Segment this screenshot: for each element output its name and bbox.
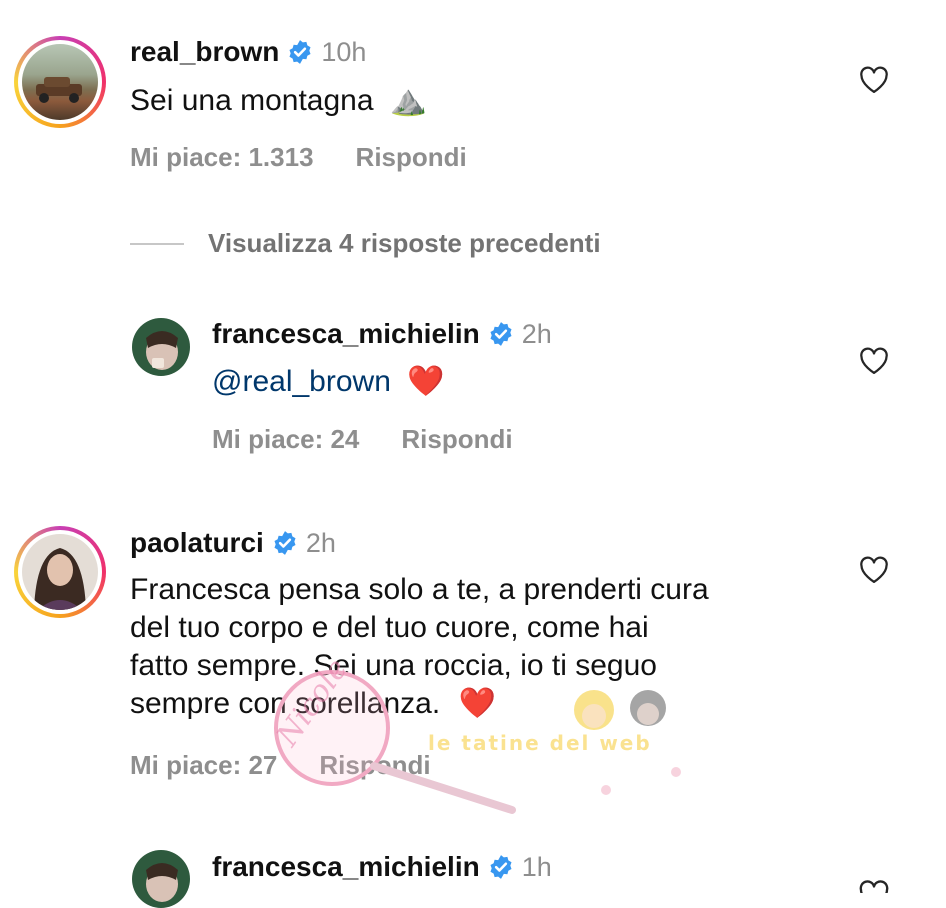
- comment-text: @real_brown ❤️: [212, 363, 445, 401]
- comment-time: 2h: [521, 318, 552, 349]
- heart-outline-icon[interactable]: [859, 347, 889, 375]
- comment-body: Sei una montagna: [130, 84, 374, 117]
- reply-button[interactable]: Rispondi: [319, 750, 430, 781]
- verified-badge-icon: [490, 322, 512, 346]
- likes-count[interactable]: Mi piace: 24: [212, 424, 359, 455]
- heart-emoji: ❤️: [458, 687, 496, 720]
- heart-outline-icon[interactable]: [859, 880, 889, 893]
- comment-time: 1h: [521, 851, 552, 882]
- comment-username[interactable]: real_brown 10h: [130, 36, 366, 68]
- verified-badge-icon: [490, 855, 512, 879]
- avatar-francesca-michielin[interactable]: [132, 850, 190, 908]
- heart-outline-icon[interactable]: [859, 556, 889, 584]
- avatar-story-ring[interactable]: [14, 36, 106, 128]
- avatar-francesca-michielin[interactable]: [132, 318, 190, 376]
- reply-button[interactable]: Rispondi: [401, 424, 512, 455]
- verified-badge-icon: [274, 531, 296, 555]
- comment-text: Sei una montagna ⛰️: [130, 82, 427, 120]
- reply-button[interactable]: Rispondi: [356, 142, 467, 173]
- likes-count[interactable]: Mi piace: 27: [130, 750, 277, 781]
- avatar-real-brown: [22, 44, 98, 120]
- replies-divider-line: [130, 242, 184, 245]
- comment-username[interactable]: francesca_michielin 1h: [212, 851, 552, 883]
- watermark-right-text: le tatine del web: [428, 731, 652, 755]
- view-replies-label[interactable]: Visualizza 4 risposte precedenti: [208, 228, 601, 259]
- comment-time: 2h: [305, 527, 336, 558]
- comment-meta: Mi piace: 1.313 Rispondi: [130, 142, 467, 173]
- comment-username[interactable]: paolaturci 2h: [130, 527, 336, 559]
- comment-line: Francesca pensa solo a te, a prenderti c…: [130, 573, 709, 606]
- heart-outline-icon[interactable]: [859, 66, 889, 94]
- verified-badge-icon: [289, 40, 311, 64]
- comment-line: del tuo corpo e del tuo cuore, come hai: [130, 611, 649, 644]
- username-text[interactable]: francesca_michielin: [212, 851, 480, 883]
- comment-line-last: sempre con sorellanza. ❤️: [130, 685, 830, 723]
- comment-text: Francesca pensa solo a te, a prenderti c…: [130, 571, 830, 723]
- comment-line: sempre con sorellanza.: [130, 687, 441, 720]
- mountain-emoji: ⛰️: [389, 84, 428, 117]
- heart-emoji: ❤️: [407, 365, 445, 398]
- comment-line: fatto sempre. Sei una roccia, io ti segu…: [130, 649, 657, 682]
- username-text[interactable]: paolaturci: [130, 527, 264, 559]
- username-text[interactable]: real_brown: [130, 36, 279, 68]
- comment-meta: Mi piace: 24 Rispondi: [212, 424, 513, 455]
- view-previous-replies[interactable]: Visualizza 4 risposte precedenti: [130, 228, 601, 259]
- username-text[interactable]: francesca_michielin: [212, 318, 480, 350]
- avatar-paolaturci: [22, 534, 98, 610]
- mention-link[interactable]: @real_brown: [212, 365, 391, 398]
- comment-username[interactable]: francesca_michielin 2h: [212, 318, 552, 350]
- comment-meta: Mi piace: 27 Rispondi: [130, 750, 431, 781]
- comment-time: 10h: [321, 36, 367, 67]
- likes-count[interactable]: Mi piace: 1.313: [130, 142, 314, 173]
- avatar-story-ring[interactable]: [14, 526, 106, 618]
